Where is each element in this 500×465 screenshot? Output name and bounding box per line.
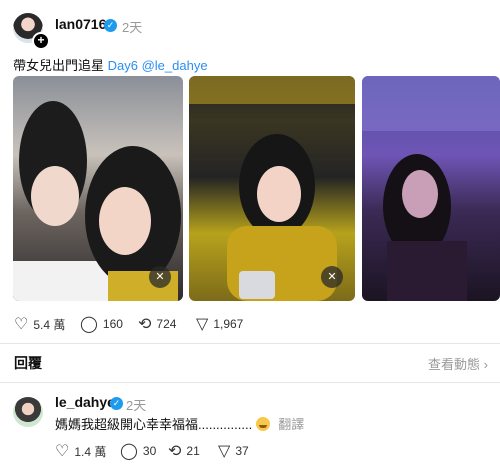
like-button[interactable]: ♡ 5.4 萬: [14, 314, 65, 334]
comment-button[interactable]: ◯ 160: [80, 314, 123, 334]
view-activity-link[interactable]: 查看動態 ›: [428, 354, 488, 373]
reply-comment-button[interactable]: ◯ 30: [120, 441, 156, 461]
divider: [0, 343, 500, 344]
reply-share-button[interactable]: ▽ 37: [218, 441, 249, 461]
replies-label: 回覆: [14, 355, 42, 371]
comment-bubble-icon: ◯: [120, 443, 138, 460]
like-count: 5.4 萬: [33, 317, 66, 332]
media-video-3[interactable]: [362, 76, 500, 301]
reply-text-body: 媽媽我超級開心幸幸福福...............: [55, 417, 253, 432]
follow-plus-icon[interactable]: +: [32, 32, 50, 50]
media-video-2[interactable]: ✕: [189, 76, 355, 301]
reply-author-avatar[interactable]: [13, 397, 43, 427]
post-text: 帶女兒出門追星 Day6 @le_dahye: [13, 55, 208, 74]
reply-time: 2天: [126, 398, 147, 413]
translate-link[interactable]: 翻譯: [278, 417, 304, 432]
media-video-1[interactable]: ✕: [13, 76, 183, 301]
share-count: 1,967: [213, 317, 244, 331]
sweat-smile-emoji-icon: [256, 417, 271, 431]
repost-icon: ⟲: [168, 443, 182, 460]
reply-username[interactable]: le_dahye: [55, 394, 115, 410]
reply-share-count: 37: [235, 444, 249, 458]
reply-like-button[interactable]: ♡ 1.4 萬: [55, 441, 106, 461]
comment-bubble-icon: ◯: [80, 316, 98, 333]
author-username[interactable]: lan0716: [55, 16, 106, 32]
verified-badge-icon: ✓: [104, 19, 117, 32]
send-icon: ▽: [196, 316, 209, 333]
repost-count: 724: [156, 317, 177, 331]
send-icon: ▽: [218, 443, 231, 460]
reply-comment-count: 30: [142, 444, 157, 458]
post-time: 2天: [122, 20, 143, 35]
video-2-mute-icon[interactable]: ✕: [321, 266, 343, 288]
post-text-prefix: 帶女兒出門追星: [13, 58, 105, 73]
repost-button[interactable]: ⟲ 724: [138, 314, 176, 334]
heart-icon: ♡: [55, 443, 70, 460]
reply-repost-count: 21: [186, 444, 200, 458]
repost-icon: ⟲: [138, 316, 152, 333]
post-mention-link[interactable]: Day6 @le_dahye: [108, 58, 208, 73]
divider: [0, 382, 500, 383]
heart-icon: ♡: [14, 316, 29, 333]
comment-count: 160: [102, 317, 123, 331]
reply-repost-button[interactable]: ⟲ 21: [168, 441, 200, 461]
reply-text: 媽媽我超級開心幸幸福福............... 翻譯: [55, 414, 304, 433]
share-button[interactable]: ▽ 1,967: [196, 314, 243, 334]
verified-badge-icon: ✓: [110, 397, 123, 410]
video-3-illustration: [362, 76, 500, 301]
video-1-mute-icon[interactable]: ✕: [149, 266, 171, 288]
reply-like-count: 1.4 萬: [74, 444, 107, 459]
